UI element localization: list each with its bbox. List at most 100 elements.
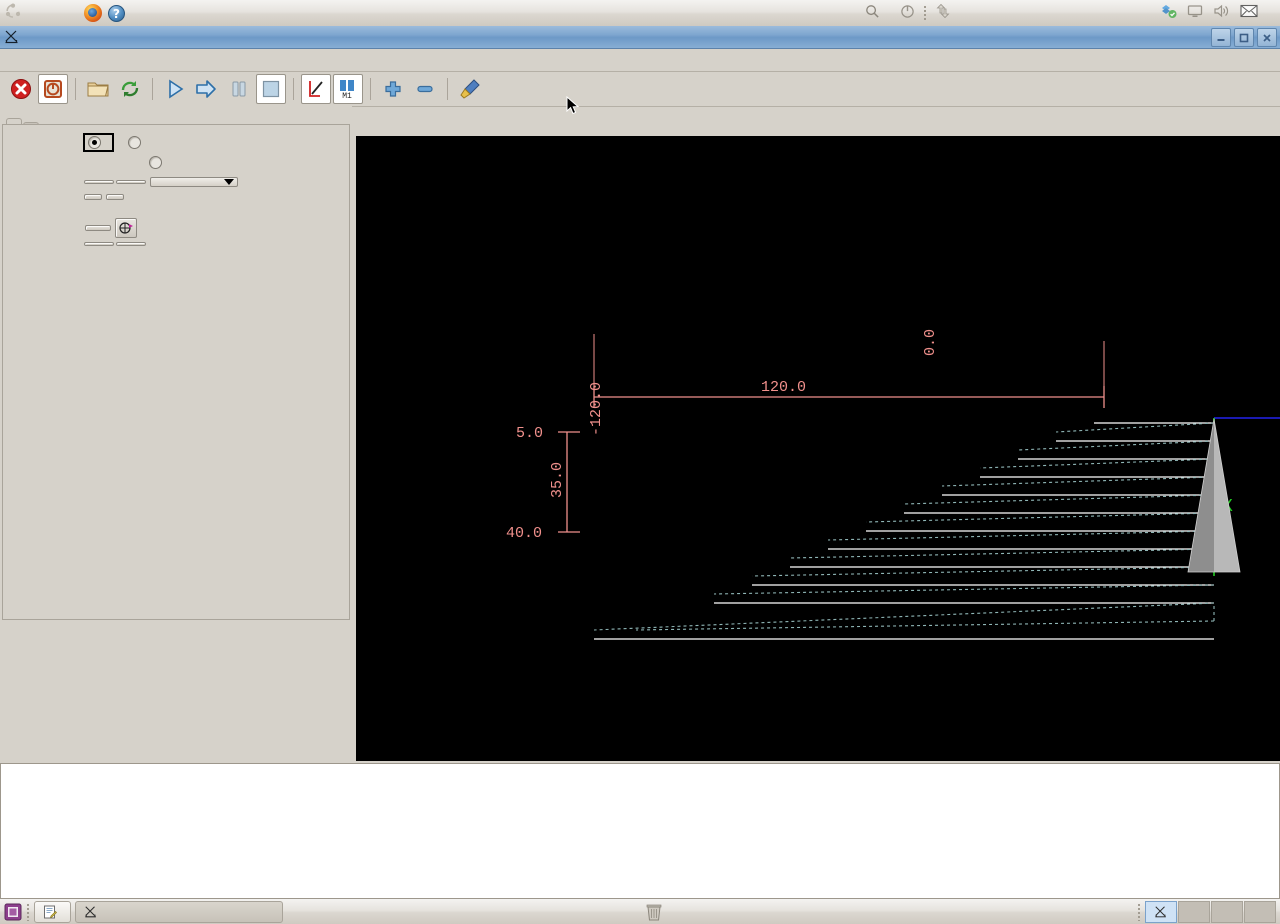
machine-power-button[interactable] bbox=[38, 74, 68, 104]
axis-radio-c[interactable] bbox=[149, 156, 167, 169]
zoom-in-button[interactable] bbox=[378, 74, 408, 104]
toolbar-separator bbox=[152, 78, 153, 100]
menu-widok[interactable] bbox=[36, 57, 54, 63]
clear-plot-button[interactable] bbox=[455, 74, 485, 104]
maximize-icon[interactable] bbox=[1234, 28, 1254, 47]
open-file-button[interactable] bbox=[83, 74, 113, 104]
workspace-3[interactable] bbox=[1211, 900, 1243, 923]
dimension-z bbox=[593, 334, 1105, 408]
manual-control-panel bbox=[2, 124, 350, 620]
spindle-speed-row bbox=[3, 238, 349, 246]
gcode-listing[interactable] bbox=[0, 763, 1280, 902]
reload-file-button[interactable] bbox=[115, 74, 145, 104]
screen-icon[interactable] bbox=[1187, 3, 1203, 23]
toolpath-feed-lines bbox=[594, 422, 1214, 640]
left-tabrow bbox=[2, 105, 350, 127]
chevron-down-icon bbox=[224, 179, 234, 185]
dropbox-icon[interactable] bbox=[1161, 3, 1177, 23]
dimension-x-top-label: 5.0 bbox=[516, 425, 543, 442]
stop-program-button[interactable] bbox=[256, 74, 286, 104]
panel-drag-handle[interactable] bbox=[923, 5, 927, 21]
spindle-plus-button[interactable] bbox=[116, 242, 146, 246]
toolbar-separator bbox=[370, 78, 371, 100]
axis-task-icon bbox=[84, 905, 98, 919]
mail-icon[interactable] bbox=[1240, 4, 1258, 22]
jog-plus-button[interactable] bbox=[116, 180, 146, 184]
spindle-row bbox=[3, 200, 349, 238]
help-icon[interactable]: ? bbox=[108, 4, 125, 22]
power-icon[interactable] bbox=[900, 4, 915, 23]
taskbar bbox=[0, 898, 1280, 924]
home-offset-row bbox=[3, 187, 349, 200]
search-icon[interactable] bbox=[865, 4, 880, 23]
toolbar: M1 bbox=[0, 72, 1280, 107]
home-axis-button[interactable] bbox=[84, 194, 102, 200]
gnome-top-panel: ? bbox=[0, 0, 1280, 27]
spindle-cw-icon[interactable] bbox=[115, 218, 137, 238]
workspace-2[interactable] bbox=[1178, 900, 1210, 923]
workspace-drag-handle[interactable] bbox=[1137, 902, 1141, 921]
set-offset-button[interactable] bbox=[106, 194, 124, 200]
minimize-icon[interactable] bbox=[1211, 28, 1231, 47]
dimension-z-start-label: -120.0 bbox=[588, 382, 605, 436]
axis-c-row bbox=[3, 152, 349, 169]
left-notebook bbox=[2, 105, 350, 620]
workspace-switcher bbox=[1145, 900, 1276, 923]
axis-application-window: M1 120.0 -120.0 0.0 5.0 40.0 35.0 bbox=[0, 26, 1280, 924]
task-gedit[interactable] bbox=[34, 900, 71, 923]
show-desktop-icon[interactable] bbox=[4, 903, 22, 921]
dimension-z-end-label: 0.0 bbox=[922, 329, 939, 356]
close-icon[interactable] bbox=[1257, 28, 1277, 47]
trash-icon[interactable] bbox=[645, 902, 663, 922]
left-pane bbox=[0, 105, 352, 761]
updates-icon[interactable] bbox=[935, 3, 951, 23]
step-program-button[interactable] bbox=[192, 74, 222, 104]
menu-plik[interactable] bbox=[0, 57, 18, 63]
axis-radio-x[interactable] bbox=[83, 133, 114, 152]
estop-button[interactable] bbox=[6, 74, 36, 104]
panel-right-group bbox=[1161, 3, 1280, 23]
spindle-stop-button[interactable] bbox=[85, 225, 111, 231]
workspace-4[interactable] bbox=[1244, 900, 1276, 923]
optional-stop-button[interactable]: M1 bbox=[333, 74, 363, 104]
window-titlebar[interactable] bbox=[0, 26, 1280, 49]
menu-miejsca[interactable] bbox=[43, 11, 61, 15]
task-axis[interactable] bbox=[75, 900, 283, 923]
dimension-x-bottom-label: 40.0 bbox=[506, 525, 542, 542]
toolbar-separator bbox=[293, 78, 294, 100]
volume-icon[interactable] bbox=[1213, 3, 1230, 23]
firefox-icon[interactable] bbox=[84, 4, 102, 22]
jog-mode-select[interactable] bbox=[150, 177, 238, 187]
jog-minus-button[interactable] bbox=[84, 180, 114, 184]
menu-programy[interactable] bbox=[25, 11, 43, 15]
axis-radio-z[interactable] bbox=[128, 136, 146, 149]
toolpath-rapid-lines bbox=[593, 422, 1215, 631]
taskbar-drag-handle[interactable] bbox=[26, 902, 30, 921]
axis-window-icon bbox=[4, 29, 20, 45]
ubuntu-logo-icon bbox=[5, 3, 21, 23]
spindle-minus-button[interactable] bbox=[84, 242, 114, 246]
zoom-out-button[interactable] bbox=[410, 74, 440, 104]
toolpath-canvas: 120.0 -120.0 0.0 5.0 40.0 35.0 bbox=[506, 329, 1280, 640]
radio-z-icon bbox=[128, 136, 141, 149]
toolbar-separator bbox=[447, 78, 448, 100]
toggle-skip-lines-button[interactable] bbox=[301, 74, 331, 104]
menu-maszyna[interactable] bbox=[18, 57, 36, 63]
menu-pomoc[interactable] bbox=[1258, 57, 1276, 63]
window-buttons bbox=[1211, 28, 1277, 47]
toolbar-separator bbox=[75, 78, 76, 100]
axis-selector-row bbox=[3, 125, 349, 152]
run-program-button[interactable] bbox=[160, 74, 190, 104]
svg-text:M1: M1 bbox=[342, 92, 352, 100]
preview-plot[interactable]: 120.0 -120.0 0.0 5.0 40.0 35.0 bbox=[356, 136, 1280, 761]
menubar bbox=[0, 49, 1280, 72]
dimension-x-extent-label: 35.0 bbox=[549, 462, 566, 498]
menu-system[interactable] bbox=[61, 11, 79, 15]
axis-z-indicator: Z bbox=[1214, 417, 1280, 419]
pause-program-button[interactable] bbox=[224, 74, 254, 104]
radio-c-icon bbox=[149, 156, 162, 169]
jog-row bbox=[3, 169, 349, 187]
main-body: 120.0 -120.0 0.0 5.0 40.0 35.0 bbox=[0, 105, 1280, 761]
workspace-1[interactable] bbox=[1145, 900, 1177, 923]
radio-x-icon bbox=[88, 136, 101, 149]
